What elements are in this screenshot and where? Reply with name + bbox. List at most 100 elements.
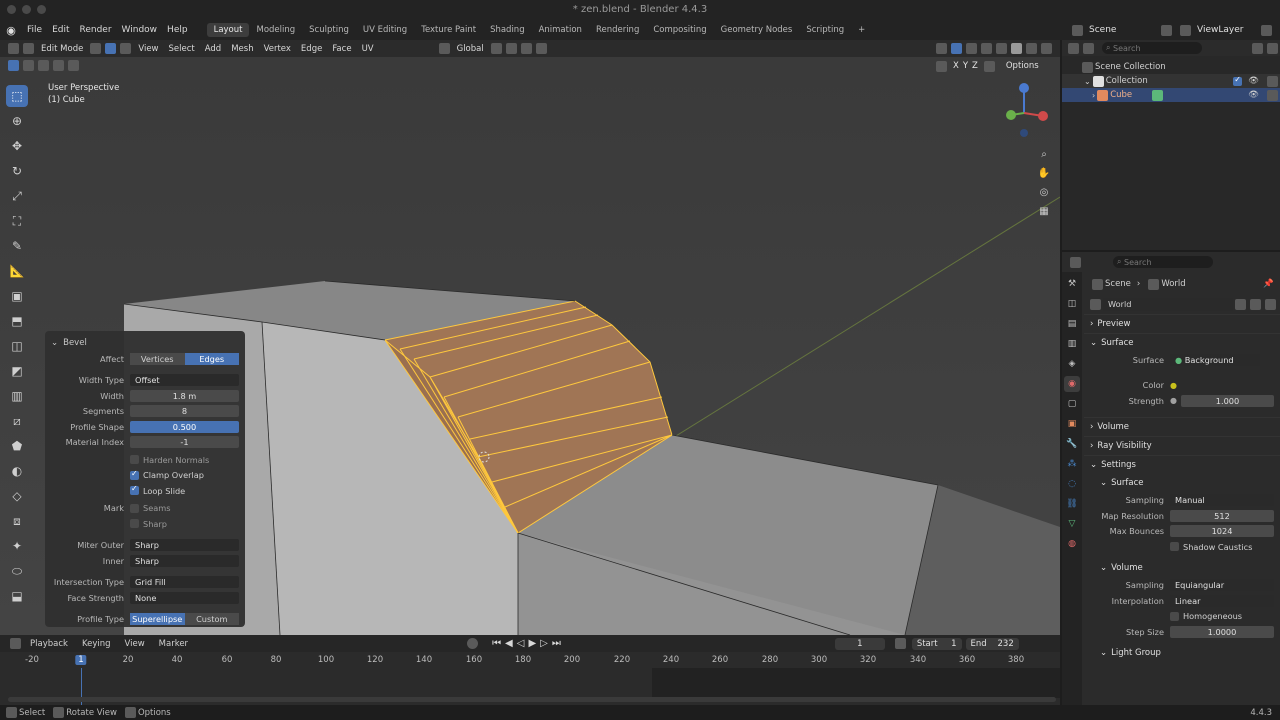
view-layer-tab-icon[interactable]: ▥	[1064, 336, 1080, 352]
measure-tool-icon[interactable]: 📐	[6, 260, 28, 282]
tab-uv-editing[interactable]: UV Editing	[356, 23, 414, 37]
overlay-icon[interactable]	[966, 43, 977, 54]
hide-eye-icon[interactable]: 👁	[1248, 76, 1259, 86]
step-size-field[interactable]: 1.0000	[1170, 625, 1274, 638]
select-new-icon[interactable]	[8, 60, 19, 71]
pin-icon[interactable]: 📌	[1263, 279, 1274, 289]
menu-timeline-view[interactable]: View	[118, 639, 152, 649]
render-camera-icon[interactable]	[1267, 75, 1278, 87]
tool-tab-icon[interactable]: ⚒	[1064, 276, 1080, 292]
edge-select-icon[interactable]	[105, 43, 117, 54]
max-bounces-field[interactable]: 1024	[1170, 525, 1274, 538]
orientation-selector[interactable]: Global	[452, 44, 489, 54]
object-tab-icon[interactable]: ▣	[1064, 416, 1080, 432]
filter-icon[interactable]	[1252, 42, 1263, 54]
loop-cut-tool-icon[interactable]: ▥	[6, 385, 28, 407]
new-scene-icon[interactable]	[1161, 24, 1172, 36]
subsection-volume[interactable]: ⌄ Volume	[1084, 559, 1280, 578]
tab-texture-paint[interactable]: Texture Paint	[414, 23, 483, 37]
particles-tab-icon[interactable]: ⁂	[1064, 456, 1080, 472]
map-resolution-field[interactable]: 512	[1170, 509, 1274, 522]
shear-tool-icon[interactable]: ⬭	[6, 560, 28, 582]
vertex-select-icon[interactable]	[90, 43, 102, 54]
camera-view-icon[interactable]: ◎	[1036, 184, 1052, 200]
scene-icon[interactable]	[1072, 24, 1083, 36]
visibility-icon[interactable]	[936, 43, 947, 54]
loop-slide-checkbox[interactable]	[130, 484, 139, 496]
menu-vertex[interactable]: Vertex	[259, 44, 296, 54]
xray-icon[interactable]	[981, 43, 992, 54]
scale-tool-icon[interactable]: ⤢	[6, 185, 28, 207]
rip-tool-icon[interactable]: ⬓	[6, 585, 28, 607]
tab-compositing[interactable]: Compositing	[646, 23, 713, 37]
miter-inner-dropdown[interactable]: Sharp	[130, 554, 239, 567]
tab-scripting[interactable]: Scripting	[799, 23, 851, 37]
section-ray-visibility[interactable]: › Ray Visibility	[1084, 435, 1280, 455]
hide-eye-icon[interactable]: 👁	[1248, 90, 1259, 100]
mirror-x-toggle[interactable]: X	[953, 61, 959, 71]
timeline-editor[interactable]: Playback Keying View Marker ⏮◀◁▶▷⏭ 1 Sta…	[0, 635, 1060, 705]
intersection-type-dropdown[interactable]: Grid Fill	[130, 576, 239, 589]
menu-render[interactable]: Render	[75, 25, 117, 35]
auto-keying-icon[interactable]	[467, 638, 479, 649]
face-select-icon[interactable]	[120, 43, 132, 54]
start-frame-field[interactable]: Start 1	[911, 637, 962, 650]
world-browse-icon[interactable]	[1090, 298, 1101, 310]
select-extend-icon[interactable]	[23, 60, 34, 71]
scene-selector[interactable]: Scene	[1089, 25, 1155, 35]
menu-select[interactable]: Select	[164, 44, 200, 54]
shading-wireframe-icon[interactable]	[996, 43, 1007, 54]
shading-rendered-icon[interactable]	[1041, 43, 1052, 54]
add-cube-tool-icon[interactable]: ▣	[6, 285, 28, 307]
new-collection-icon[interactable]	[1267, 42, 1278, 54]
menu-playback[interactable]: Playback	[23, 639, 75, 649]
navigation-gizmo[interactable]	[998, 79, 1054, 143]
tab-sculpting[interactable]: Sculpting	[302, 23, 356, 37]
strength-socket-icon[interactable]: ●	[1170, 396, 1177, 405]
surface-shader-field[interactable]: ● Background	[1170, 353, 1260, 366]
outliner-row-cube[interactable]: › Cube 👁	[1062, 88, 1280, 102]
tab-rendering[interactable]: Rendering	[589, 23, 646, 37]
playhead-frame[interactable]: 1	[75, 655, 87, 665]
miter-outer-dropdown[interactable]: Sharp	[130, 539, 239, 552]
mark-seams-checkbox[interactable]	[130, 503, 139, 513]
tab-modeling[interactable]: Modeling	[249, 23, 302, 37]
menu-edit[interactable]: Edit	[47, 25, 74, 35]
editor-type-icon[interactable]	[8, 43, 19, 54]
section-settings[interactable]: ⌄ Settings	[1084, 454, 1280, 474]
pan-hand-icon[interactable]: ✋	[1036, 165, 1052, 181]
subsection-surface[interactable]: ⌄ Surface	[1084, 474, 1280, 493]
end-frame-field[interactable]: End 232	[965, 637, 1019, 650]
tab-shading[interactable]: Shading	[483, 23, 532, 37]
scene-tab-icon[interactable]: ◈	[1064, 356, 1080, 372]
pivot-icon[interactable]	[490, 43, 502, 54]
subsection-light-group[interactable]: ⌄ Light Group	[1084, 644, 1280, 663]
menu-mesh[interactable]: Mesh	[226, 44, 258, 54]
current-frame-field[interactable]: 1	[834, 637, 885, 650]
display-mode-icon[interactable]	[1083, 42, 1094, 54]
material-tab-icon[interactable]: ◍	[1064, 536, 1080, 552]
menu-help[interactable]: Help	[162, 25, 193, 35]
poly-build-tool-icon[interactable]: ⬟	[6, 435, 28, 457]
clamp-overlap-checkbox[interactable]	[130, 469, 139, 480]
outliner-row-scene-collection[interactable]: Scene Collection	[1062, 60, 1280, 74]
volume-sampling-dropdown[interactable]: Equiangular	[1170, 579, 1274, 592]
width-field[interactable]: 1.8 m	[130, 389, 239, 402]
ortho-grid-icon[interactable]: ▦	[1036, 203, 1052, 219]
output-tab-icon[interactable]: ▤	[1064, 316, 1080, 332]
blender-logo-icon[interactable]: ◉	[0, 24, 22, 37]
menu-add[interactable]: Add	[200, 44, 226, 54]
preview-range-icon[interactable]	[894, 638, 906, 649]
add-workspace-icon[interactable]: +	[851, 23, 872, 37]
affect-edges-button[interactable]: Edges	[184, 352, 239, 365]
select-intersect-icon[interactable]	[68, 60, 79, 71]
edge-slide-tool-icon[interactable]: ⧈	[6, 510, 28, 532]
gizmo-icon[interactable]	[951, 43, 962, 54]
mirror-y-toggle[interactable]: Y	[963, 61, 968, 71]
annotate-tool-icon[interactable]: ✎	[6, 235, 28, 257]
shading-solid-icon[interactable]	[1011, 43, 1022, 54]
interpolation-dropdown[interactable]: Linear	[1170, 594, 1274, 607]
render-tab-icon[interactable]: ◫	[1064, 296, 1080, 312]
world-name-field[interactable]: World	[1103, 297, 1233, 311]
section-surface[interactable]: ⌄ Surface	[1084, 333, 1280, 352]
